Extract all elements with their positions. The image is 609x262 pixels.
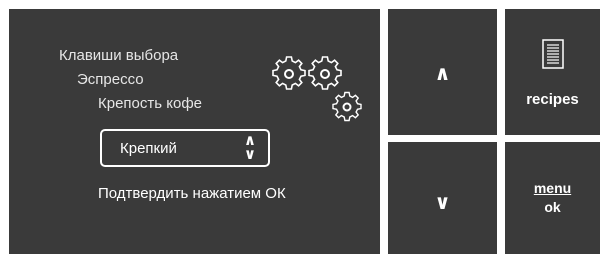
gears-icon <box>272 56 362 122</box>
menu-path-level-3: Крепость кофе <box>98 95 202 112</box>
selector-value: Крепкий <box>120 140 177 157</box>
recipes-label: recipes <box>526 91 579 108</box>
menu-path-level-2: Эспрессо <box>77 71 144 88</box>
recipe-document-icon <box>542 39 564 69</box>
menu-ok-button[interactable]: menu ok <box>505 142 600 254</box>
chevron-down-icon: ∨ <box>434 192 451 214</box>
menu-path-level-1: Клавиши выбора <box>59 47 179 64</box>
ok-label: ok <box>544 199 561 215</box>
strength-selector[interactable]: Крепкий ∧ ∨ <box>100 129 270 167</box>
up-down-arrows-icon: ∧ ∨ <box>242 133 258 163</box>
chevron-up-icon: ∧ <box>434 63 451 85</box>
down-button[interactable]: ∨ <box>388 142 497 254</box>
selector-down-glyph: ∨ <box>243 146 257 163</box>
confirm-instruction: Подтвердить нажатием ОК <box>98 185 286 202</box>
up-button[interactable]: ∧ <box>388 9 497 135</box>
recipes-button[interactable]: recipes <box>505 9 600 135</box>
menu-label: menu <box>533 180 572 196</box>
coffee-machine-display: Клавиши выбора Эспрессо Крепость кофе Кр… <box>9 9 380 254</box>
